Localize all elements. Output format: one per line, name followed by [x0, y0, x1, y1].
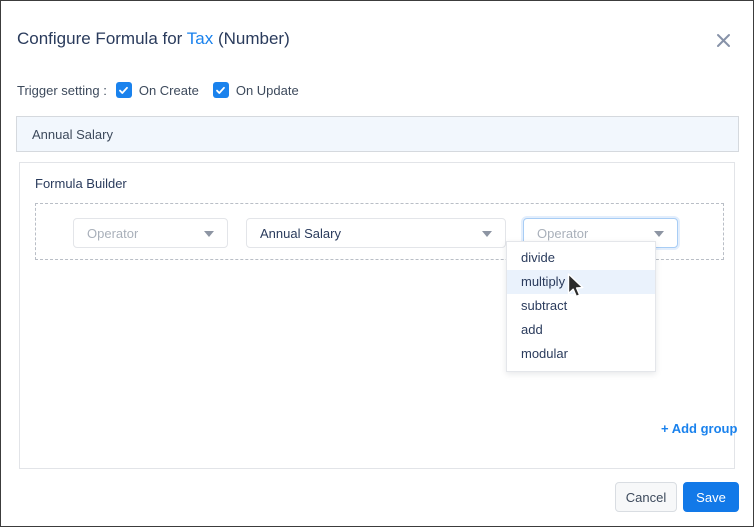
menu-item-add[interactable]: add	[507, 318, 655, 342]
trigger-setting-row: Trigger setting : On Create On Update	[17, 81, 313, 99]
chevron-down-icon	[482, 231, 492, 237]
chevron-down-icon	[654, 231, 664, 237]
checkbox-on-create[interactable]: On Create	[115, 82, 199, 98]
add-group-button[interactable]: + Add group	[661, 421, 737, 436]
save-button[interactable]: Save	[683, 482, 739, 512]
dialog-title-field: Tax	[186, 29, 214, 48]
configure-formula-dialog: Configure Formula for Tax (Number) Trigg…	[0, 0, 754, 527]
operator-select-2-value: Operator	[537, 225, 589, 241]
source-field-label: Annual Salary	[32, 126, 113, 142]
formula-builder-title: Formula Builder	[35, 176, 127, 191]
dialog-header: Configure Formula for Tax (Number)	[1, 1, 754, 63]
close-icon[interactable]	[713, 30, 733, 50]
checkmark-icon	[115, 82, 132, 98]
checkbox-on-update[interactable]: On Update	[212, 82, 299, 98]
operator-select-1-value: Operator	[87, 225, 139, 241]
checkbox-on-update-label: On Update	[235, 82, 299, 98]
field-select-1-value: Annual Salary	[260, 225, 341, 241]
menu-item-subtract[interactable]: subtract	[507, 294, 655, 318]
dialog-title-prefix: Configure Formula for	[17, 29, 187, 48]
chevron-down-icon	[204, 231, 214, 237]
dialog-title-suffix: (Number)	[213, 29, 290, 48]
dialog-footer: Cancel Save	[1, 468, 754, 526]
menu-item-divide[interactable]: divide	[507, 246, 655, 270]
trigger-setting-label: Trigger setting :	[17, 82, 107, 98]
menu-item-multiply[interactable]: multiply	[507, 270, 655, 294]
checkbox-on-create-label: On Create	[138, 82, 199, 98]
operator-dropdown-menu: divide multiply subtract add modular	[506, 241, 656, 372]
page-title: Configure Formula for Tax (Number)	[17, 29, 290, 49]
menu-item-modular[interactable]: modular	[507, 342, 655, 366]
operator-select-1[interactable]: Operator	[73, 218, 228, 248]
checkmark-icon	[212, 82, 229, 98]
cancel-button[interactable]: Cancel	[615, 482, 677, 512]
field-select-1[interactable]: Annual Salary	[246, 218, 506, 248]
source-field-banner: Annual Salary	[16, 116, 739, 152]
